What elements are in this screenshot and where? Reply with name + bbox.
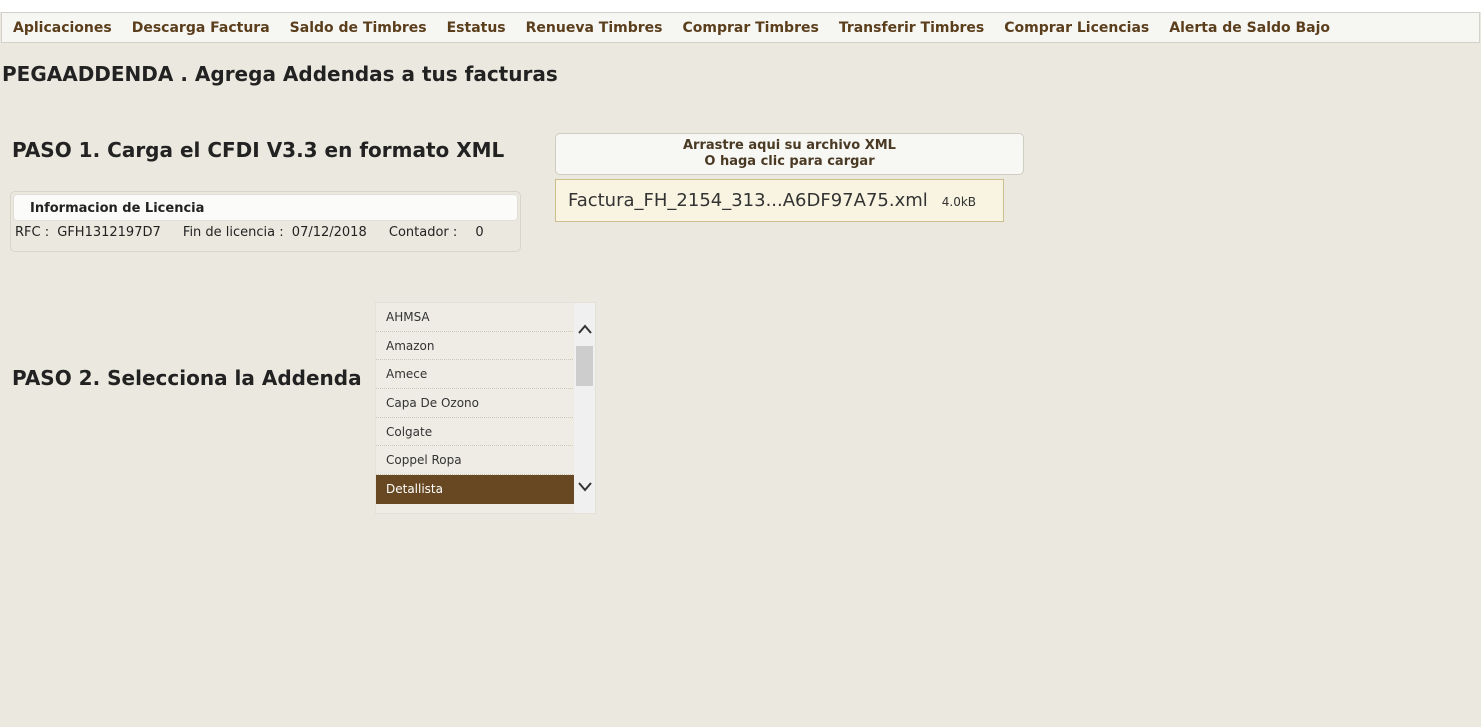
- page-title: PEGAADDENDA . Agrega Addendas a tus fact…: [2, 62, 558, 86]
- rfc-label: RFC :: [15, 225, 50, 240]
- license-info-header: Informacion de Licencia: [13, 194, 518, 221]
- dropzone-line-1: Arrastre aqui su archivo XML: [683, 138, 896, 153]
- xml-upload-dropzone[interactable]: Arrastre aqui su archivo XML O haga clic…: [555, 133, 1024, 175]
- counter-value: 0: [475, 225, 484, 240]
- addenda-option[interactable]: Amazon: [376, 332, 575, 361]
- addenda-option[interactable]: AHMSA: [376, 303, 575, 332]
- step2-title: PASO 2. Selecciona la Addenda: [12, 366, 362, 390]
- uploaded-file-name: Factura_FH_2154_313...A6DF97A75.xml: [568, 190, 928, 211]
- main-menu: Aplicaciones Descarga Factura Saldo de T…: [1, 12, 1480, 43]
- chevron-down-icon[interactable]: [574, 476, 595, 498]
- addenda-option[interactable]: Amece: [376, 360, 575, 390]
- step1-title: PASO 1. Carga el CFDI V3.3 en formato XM…: [12, 138, 505, 162]
- addenda-option[interactable]: Capa De Ozono: [376, 389, 575, 418]
- license-expiry-label: Fin de licencia :: [182, 225, 284, 240]
- menu-item-alerta-saldo-bajo[interactable]: Alerta de Saldo Bajo: [1169, 20, 1330, 36]
- menu-item-comprar-licencias[interactable]: Comprar Licencias: [1004, 20, 1149, 36]
- addenda-option[interactable]: Colgate: [376, 418, 575, 447]
- counter-label: Contador :: [388, 225, 458, 240]
- menu-item-transferir-timbres[interactable]: Transferir Timbres: [839, 20, 984, 36]
- menu-item-comprar-timbres[interactable]: Comprar Timbres: [682, 20, 818, 36]
- dropzone-line-2: O haga clic para cargar: [704, 154, 875, 169]
- menu-item-aplicaciones[interactable]: Aplicaciones: [13, 20, 112, 36]
- menu-item-saldo-de-timbres[interactable]: Saldo de Timbres: [290, 20, 427, 36]
- scrollbar-thumb[interactable]: [576, 346, 593, 386]
- rfc-value: GFH1312197D7: [57, 225, 161, 240]
- license-expiry-value: 07/12/2018: [291, 225, 367, 240]
- listbox-scrollbar[interactable]: [574, 303, 595, 513]
- uploaded-file-chip: Factura_FH_2154_313...A6DF97A75.xml 4.0k…: [555, 179, 1004, 222]
- license-info-row: RFC : GFH1312197D7 Fin de licencia : 07/…: [15, 225, 488, 240]
- top-strip: [0, 0, 1481, 12]
- license-info-header-label: Informacion de Licencia: [30, 201, 205, 216]
- addenda-option-selected[interactable]: Detallista: [376, 475, 575, 504]
- chevron-up-icon[interactable]: [574, 318, 595, 340]
- menu-item-descarga-factura[interactable]: Descarga Factura: [132, 20, 270, 36]
- menu-item-renueva-timbres[interactable]: Renueva Timbres: [526, 20, 663, 36]
- addenda-listbox[interactable]: AHMSA Amazon Amece Capa De Ozono Colgate…: [375, 302, 596, 514]
- menu-item-estatus[interactable]: Estatus: [447, 20, 506, 36]
- addenda-list: AHMSA Amazon Amece Capa De Ozono Colgate…: [376, 303, 575, 504]
- license-info-panel: Informacion de Licencia RFC : GFH1312197…: [10, 191, 521, 252]
- addenda-option[interactable]: Coppel Ropa: [376, 446, 575, 476]
- uploaded-file-size: 4.0kB: [941, 195, 977, 209]
